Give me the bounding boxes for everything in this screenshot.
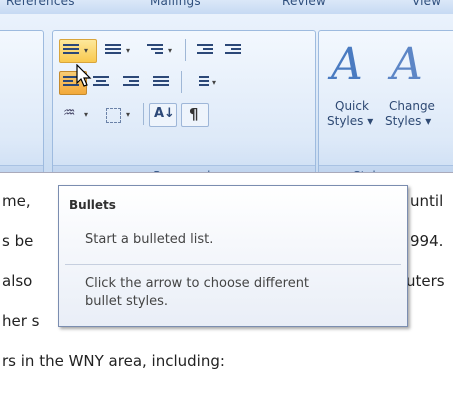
numbering-button[interactable]: ▾ <box>101 39 139 63</box>
change-styles-icon: A <box>391 39 423 90</box>
align-center-icon <box>93 76 109 90</box>
ribbon: ↘ ▾ ▾ ▾ <box>0 14 453 188</box>
increase-indent-button[interactable] <box>221 39 247 63</box>
sort-icon: A↓ <box>154 106 175 121</box>
tooltip-title: Bullets <box>69 198 116 212</box>
numbering-dropdown-arrow-icon[interactable]: ▾ <box>126 46 130 55</box>
document-line: uters <box>406 272 445 290</box>
document-line: rs in the WNY area, including: <box>2 352 225 370</box>
show-hide-button[interactable]: ¶ <box>181 103 209 127</box>
decrease-indent-button[interactable] <box>193 39 219 63</box>
sort-button[interactable]: A↓ <box>149 103 177 127</box>
styles-group: A Quick Styles ▾ A Change Styles ▾ Style… <box>318 30 453 188</box>
align-center-button[interactable] <box>89 71 117 95</box>
document-line: 994. <box>410 232 444 250</box>
multilevel-list-icon <box>147 44 163 58</box>
bullets-tooltip: Bullets Start a bulleted list. Click the… <box>58 185 408 327</box>
tab-references[interactable]: References <box>6 0 75 8</box>
tooltip-divider <box>65 264 401 265</box>
ribbon-tab-bar: References Mailings Review View <box>0 0 453 14</box>
document-line: me, <box>2 192 31 210</box>
line-spacing-button[interactable]: ▾ <box>189 71 225 95</box>
line-spacing-dropdown-arrow-icon[interactable]: ▾ <box>212 78 216 87</box>
paint-bucket-icon: ♒ <box>63 105 76 121</box>
tab-view[interactable]: View <box>412 0 441 8</box>
font-group-partial: ↘ <box>0 30 44 188</box>
document-line: s be <box>2 232 34 250</box>
mouse-pointer-icon <box>76 64 92 87</box>
tab-review[interactable]: Review <box>282 0 326 8</box>
align-right-icon <box>123 76 139 90</box>
multilevel-list-button[interactable]: ▾ <box>143 39 181 63</box>
tooltip-help-line-1: Click the arrow to choose different <box>85 276 310 291</box>
document-line: her s <box>2 312 40 330</box>
shading-button[interactable]: ♒ ▾ <box>59 103 97 127</box>
quick-styles-icon: A <box>331 39 363 90</box>
decrease-indent-icon <box>197 44 213 58</box>
justify-button[interactable] <box>149 71 177 95</box>
document-line: also <box>2 272 33 290</box>
line-spacing-icon <box>193 76 209 90</box>
quick-styles-button[interactable]: A Quick Styles ▾ <box>325 39 373 149</box>
justify-icon <box>153 76 169 90</box>
bullets-button[interactable]: ▾ <box>59 39 97 63</box>
shading-dropdown-arrow-icon[interactable]: ▾ <box>84 110 88 119</box>
multilevel-dropdown-arrow-icon[interactable]: ▾ <box>168 46 172 55</box>
bullets-dropdown-arrow-icon[interactable]: ▾ <box>84 46 88 55</box>
pilcrow-icon: ¶ <box>189 105 199 123</box>
document-line: until <box>410 192 444 210</box>
bullets-icon <box>63 44 79 58</box>
align-right-button[interactable] <box>119 71 147 95</box>
borders-button[interactable]: ▾ <box>101 103 139 127</box>
tooltip-help-line-2: bullet styles. <box>85 294 169 309</box>
tab-mailings[interactable]: Mailings <box>150 0 201 8</box>
borders-dropdown-arrow-icon[interactable]: ▾ <box>126 110 130 119</box>
tooltip-description: Start a bulleted list. <box>85 232 214 247</box>
change-styles-button[interactable]: A Change Styles ▾ <box>385 39 435 149</box>
increase-indent-icon <box>225 44 241 58</box>
numbering-icon <box>105 44 121 58</box>
paragraph-group: ▾ ▾ ▾ ▾ ♒ ▾ ▾ A↓ ¶ <box>52 30 316 188</box>
border-icon <box>106 108 121 123</box>
